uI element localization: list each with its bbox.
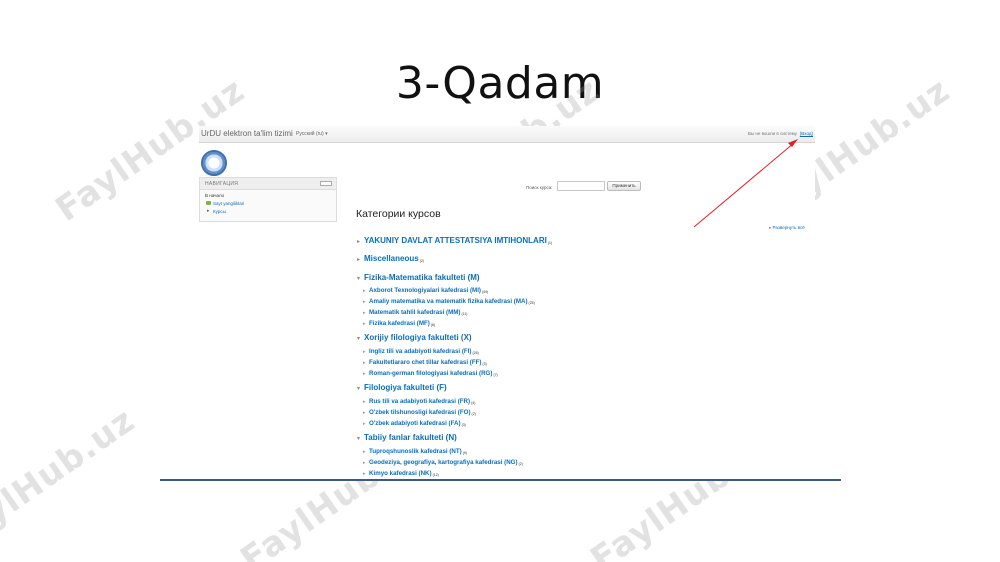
category-name[interactable]: Tabiiy fanlar fakulteti (N)	[364, 433, 457, 442]
nav-home-link[interactable]: В начало	[205, 193, 224, 198]
subcategory-name[interactable]: Rus tili va adabiyoti kafedrasi (FR)	[369, 398, 470, 405]
subcategory-name[interactable]: O'zbek adabiyoti kafedrasi (FA)	[369, 420, 461, 427]
subcategory-item[interactable]: ▸ Roman-german filologiyasi kafedrasi (RG…	[363, 370, 498, 377]
dock-control-icon[interactable]	[320, 181, 332, 186]
category-count: (1)	[547, 241, 553, 245]
subcategory-count: (26)	[472, 351, 479, 355]
subcategory-item[interactable]: ▸ Amaliy matematika va matematik fizika k…	[363, 298, 535, 305]
navigation-title: НАВИГАЦИЯ	[205, 181, 239, 187]
subcategory-count: (3)	[461, 423, 466, 427]
category-item[interactable]: ▾ Xorijiy filologiya fakulteti (X)	[357, 333, 472, 342]
nav-site-news-link[interactable]: Sayt yangiliklari	[205, 201, 244, 206]
expanded-arrow-icon: ▾	[357, 336, 361, 342]
watermark: FaylHub.uz	[0, 400, 143, 560]
subcategory-name[interactable]: Fakultetlararo chet tillar kafedrasi (FF…	[369, 359, 481, 366]
category-name[interactable]: Miscellaneous	[364, 254, 419, 263]
subcategory-item[interactable]: ▸ Fizika kafedrasi (MF)(6)	[363, 320, 435, 327]
expand-all-link[interactable]: Развернуть всё	[769, 225, 805, 231]
subcategory-item[interactable]: ▸ Rus tili va adabiyoti kafedrasi (FR)(4)	[363, 398, 475, 405]
category-count: (2)	[419, 259, 424, 263]
subcategory-name[interactable]: Ingliz tili va adabiyoti kafedrasi (FI)	[369, 348, 471, 355]
subcategory-count: (7)	[493, 373, 498, 377]
collapsed-arrow-icon: ▸	[357, 257, 361, 263]
subcategory-name[interactable]: Tuproqshunoslik kafedrasi (NT)	[369, 448, 462, 455]
subcategory-name[interactable]: Axborot Texnologiyalari kafedrasi (MI)	[369, 287, 481, 294]
subcategory-count: (9)	[462, 451, 467, 455]
navigation-header: НАВИГАЦИЯ	[200, 178, 336, 190]
category-item[interactable]: ▾ Filologiya fakulteti (F)	[357, 383, 447, 392]
course-search-label: Поиск курса:	[526, 185, 553, 190]
subcategory-count: (25)	[528, 301, 535, 305]
category-name[interactable]: Filologiya fakulteti (F)	[364, 383, 447, 392]
category-name[interactable]: Xorijiy filologiya fakulteti (X)	[364, 333, 472, 342]
subcategory-item[interactable]: ▸ Axborot Texnologiyalari kafedrasi (MI)(…	[363, 287, 488, 294]
subcategory-item[interactable]: ▸ Ingliz tili va adabiyoti kafedrasi (FI)…	[363, 348, 479, 355]
categories-heading: Категории курсов	[356, 208, 441, 220]
category-item[interactable]: ▸ Miscellaneous(2)	[357, 254, 424, 263]
subcategory-count: (11)	[461, 312, 468, 316]
category-name[interactable]: Fizika-Matematika fakulteti (M)	[364, 273, 480, 282]
subcategory-count: (2)	[518, 462, 523, 466]
subcategory-name[interactable]: Kimyo kafedrasi (NK)	[369, 470, 432, 477]
language-menu[interactable]: Русский (ru) ▾	[296, 131, 328, 137]
subcategory-name[interactable]: Matematik tahlil kafedrasi (MM)	[369, 309, 460, 316]
category-name[interactable]: YAKUNIY DAVLAT ATTESTATSIYA IMTIHONLARI	[364, 236, 547, 245]
site-name[interactable]: UrDU elektron ta'lim tizimi	[201, 129, 293, 138]
embedded-screenshot: UrDU elektron ta'lim tizimi Русский (ru)…	[199, 126, 815, 481]
login-status: Вы не вошли в систему	[747, 131, 797, 136]
search-apply-button[interactable]: Применить	[607, 181, 641, 191]
subcategory-item[interactable]: ▸ Kimyo kafedrasi (NK)(12)	[363, 470, 439, 477]
nav-courses-link[interactable]: Курсы	[207, 208, 226, 214]
subcategory-count: (4)	[471, 401, 476, 405]
login-link[interactable]: (Вход)	[800, 131, 813, 136]
subcategory-count: (12)	[432, 473, 439, 477]
category-item[interactable]: ▾ Fizika-Matematika fakulteti (M)	[357, 273, 480, 282]
subcategory-count: (6)	[430, 323, 436, 327]
divider-line	[160, 479, 841, 481]
subcategory-count: (49)	[481, 290, 489, 294]
slide-title: 3-Qadam	[395, 58, 605, 109]
category-item[interactable]: ▾ Tabiiy fanlar fakulteti (N)	[357, 433, 457, 442]
subcategory-name[interactable]: O'zbek tilshunosligi kafedrasi (FO)	[369, 409, 471, 416]
subcategory-item[interactable]: ▸ Tuproqshunoslik kafedrasi (NT)(9)	[363, 448, 467, 455]
expanded-arrow-icon: ▾	[357, 276, 361, 282]
subcategory-name[interactable]: Amaliy matematika va matematik fizika ka…	[369, 298, 528, 305]
expanded-arrow-icon: ▾	[357, 386, 361, 392]
course-search-input[interactable]	[557, 181, 605, 191]
subcategory-name[interactable]: Roman-german filologiyasi kafedrasi (RG)	[369, 370, 492, 377]
subcategory-name[interactable]: Geodeziya, geografiya, kartografiya kafe…	[369, 459, 518, 466]
subcategory-item[interactable]: ▸ O'zbek adabiyoti kafedrasi (FA)(3)	[363, 420, 466, 427]
expanded-arrow-icon: ▾	[357, 436, 361, 442]
subcategory-count: (2)	[471, 412, 476, 416]
subcategory-count: (3)	[482, 362, 487, 366]
top-navbar: UrDU elektron ta'lim tizimi Русский (ru)…	[199, 126, 815, 143]
subcategory-item[interactable]: ▸ Matematik tahlil kafedrasi (MM)(11)	[363, 309, 467, 316]
navigation-block: НАВИГАЦИЯ В начало Sayt yangiliklari Кур…	[199, 177, 337, 222]
subcategory-item[interactable]: ▸ O'zbek tilshunosligi kafedrasi (FO)(2)	[363, 409, 476, 416]
subcategory-item[interactable]: ▸ Geodeziya, geografiya, kartografiya kaf…	[363, 459, 523, 466]
university-logo-icon[interactable]	[201, 150, 227, 176]
collapsed-arrow-icon: ▸	[357, 239, 361, 245]
subcategory-name[interactable]: Fizika kafedrasi (MF)	[369, 320, 430, 327]
category-item[interactable]: ▸ YAKUNIY DAVLAT ATTESTATSIYA IMTIHONLARI…	[357, 236, 552, 245]
subcategory-item[interactable]: ▸ Fakultetlararo chet tillar kafedrasi (F…	[363, 359, 487, 366]
